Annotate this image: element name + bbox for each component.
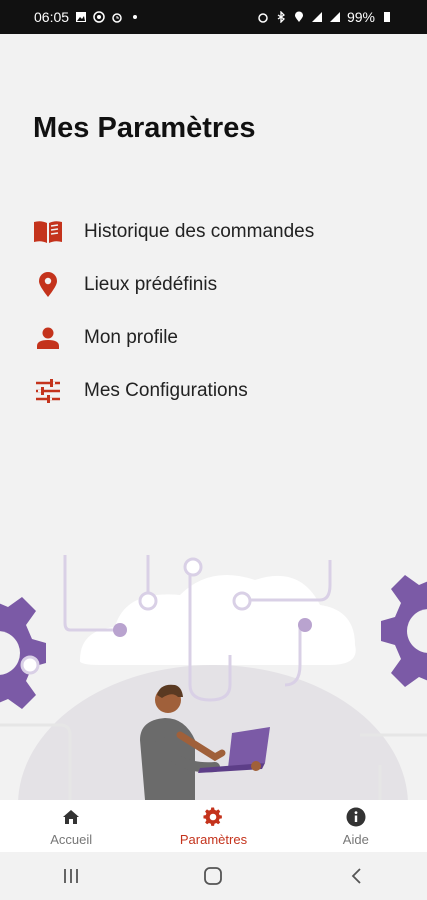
- location-icon: [294, 11, 303, 22]
- bluetooth-icon: [277, 11, 285, 23]
- nav-item-help[interactable]: Aide: [296, 806, 416, 847]
- status-time: 06:05: [34, 9, 70, 25]
- home-circle-icon: [204, 867, 223, 885]
- menu-item-label: Mon profile: [84, 326, 178, 348]
- recent-apps-button[interactable]: [41, 856, 101, 896]
- alarm-icon: [112, 13, 122, 23]
- location-pin-icon: [33, 270, 63, 300]
- settings-menu: Historique des commandes Lieux prédéfini…: [33, 205, 403, 417]
- recent-apps-icon: [64, 869, 79, 883]
- page-title: Mes Paramètres: [33, 112, 256, 144]
- menu-item-label: Historique des commandes: [84, 220, 315, 242]
- home-system-button[interactable]: [183, 856, 243, 896]
- menu-item-label: Mes Configurations: [84, 379, 248, 401]
- status-bar: 06:05 99%: [0, 0, 427, 34]
- status-left: 06:05: [34, 9, 141, 25]
- whatsapp-icon: [93, 11, 105, 23]
- battery-percent: 99%: [346, 9, 375, 25]
- menu-item-configurations[interactable]: Mes Configurations: [33, 364, 403, 417]
- chevron-left-icon: [351, 868, 361, 884]
- battery-icon: [384, 12, 390, 22]
- sliders-icon: [33, 376, 63, 406]
- person-icon: [33, 323, 63, 353]
- menu-item-profile[interactable]: Mon profile: [33, 311, 403, 364]
- bottom-nav: Accueil Paramètres Aide: [0, 800, 427, 852]
- signal-icon: [311, 12, 322, 22]
- alarm-icon: [258, 13, 268, 23]
- menu-item-order-history[interactable]: Historique des commandes: [33, 205, 403, 258]
- nav-item-home[interactable]: Accueil: [11, 806, 131, 847]
- nav-label: Accueil: [50, 831, 93, 847]
- dot-icon: [133, 15, 138, 19]
- book-icon: [33, 217, 63, 247]
- nav-item-settings[interactable]: Paramètres: [153, 806, 273, 847]
- info-icon: [345, 806, 367, 828]
- home-icon: [60, 806, 82, 828]
- gallery-icon: [76, 12, 87, 22]
- menu-item-label: Lieux prédéfinis: [84, 273, 218, 295]
- menu-item-predefined-places[interactable]: Lieux prédéfinis: [33, 258, 403, 311]
- status-right: 99%: [257, 9, 393, 25]
- system-nav-bar: [0, 852, 427, 900]
- signal-icon: [329, 12, 340, 22]
- settings-illustration: [0, 555, 427, 800]
- gear-icon: [202, 806, 224, 828]
- nav-label: Aide: [342, 831, 369, 847]
- back-button[interactable]: [326, 856, 386, 896]
- nav-label: Paramètres: [179, 831, 248, 847]
